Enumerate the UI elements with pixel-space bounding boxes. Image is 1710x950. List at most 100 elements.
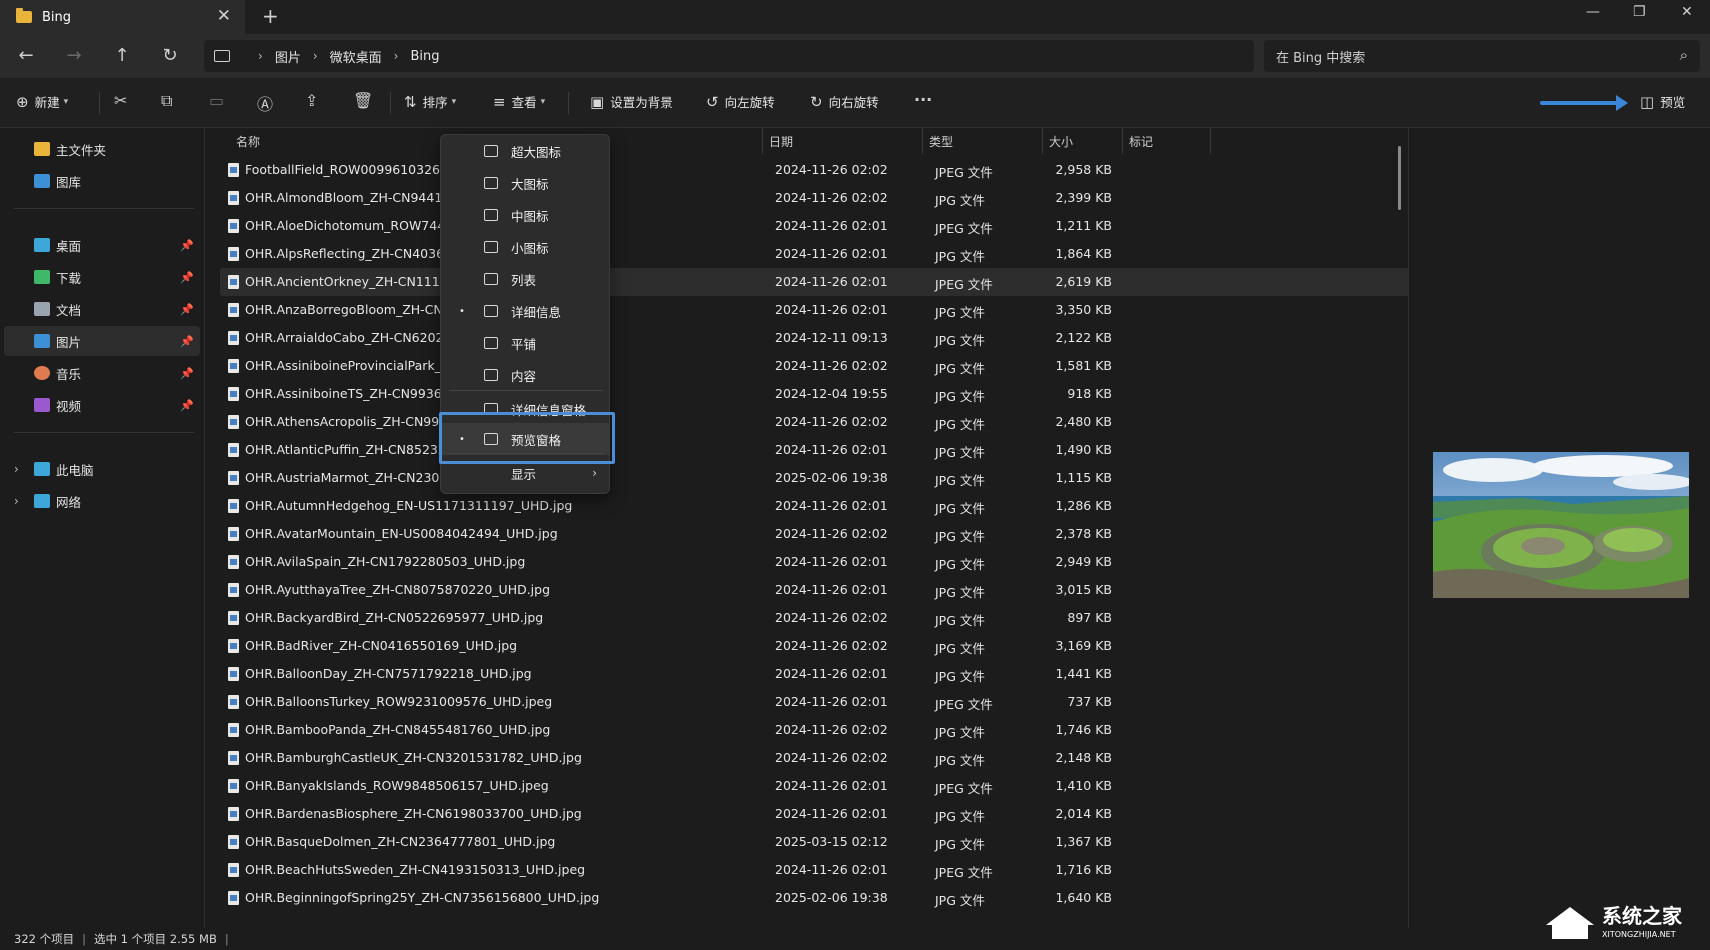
tab-bing[interactable]: Bing ✕: [0, 0, 245, 34]
table-row[interactable]: OHR.AvatarMountain_EN-US0084042494_UHD.j…: [220, 520, 1412, 548]
column-divider[interactable]: [1042, 128, 1043, 154]
menu-item[interactable]: 内容: [441, 359, 609, 391]
menu-item[interactable]: • 详细信息: [441, 295, 609, 327]
sort-label: 排序: [422, 95, 448, 110]
menu-item[interactable]: 列表: [441, 263, 609, 295]
share-icon[interactable]: ⇪: [305, 91, 318, 110]
sidebar-item-videos[interactable]: 视频 📌: [4, 390, 200, 420]
sidebar-item-documents[interactable]: 文档 📌: [4, 294, 200, 324]
sidebar-item-desktop[interactable]: 桌面 📌: [4, 230, 200, 260]
search-input[interactable]: 在 Bing 中搜索 ⌕: [1264, 40, 1700, 72]
column-divider[interactable]: [922, 128, 923, 154]
table-row[interactable]: OHR.BeachHutsSweden_ZH-CN4193150313_UHD.…: [220, 856, 1412, 884]
view-button[interactable]: ≡ 查看 ▾: [493, 92, 545, 111]
table-row[interactable]: OHR.AvilaSpain_ZH-CN1792280503_UHD.jpg 20…: [220, 548, 1412, 576]
scrollbar[interactable]: [1398, 146, 1401, 210]
chevron-right-icon[interactable]: ›: [14, 462, 19, 476]
pin-icon[interactable]: 📌: [180, 367, 194, 380]
sidebar-item-this-pc[interactable]: › 此电脑: [4, 454, 200, 484]
sort-button[interactable]: ⇅ 排序 ▾: [404, 92, 456, 111]
table-row[interactable]: OHR.BardenasBiosphere_ZH-CN6198033700_UH…: [220, 800, 1412, 828]
window-close-button[interactable]: ✕: [1681, 4, 1693, 20]
refresh-button[interactable]: ↻: [156, 42, 184, 70]
menu-item[interactable]: 大图标: [441, 167, 609, 199]
file-size: 2,378 KB: [1055, 526, 1112, 541]
set-background-button[interactable]: ▣ 设置为背景: [590, 92, 673, 111]
table-row[interactable]: OHR.BadRiver_ZH-CN0416550169_UHD.jpg 2024…: [220, 632, 1412, 660]
column-header-type[interactable]: 类型: [929, 128, 953, 154]
back-button[interactable]: ←: [12, 42, 40, 70]
preview-toggle-button[interactable]: ◫ 预览: [1640, 92, 1685, 111]
cut-icon[interactable]: ✂: [114, 91, 127, 110]
column-header-date[interactable]: 日期: [769, 128, 793, 154]
table-row[interactable]: OHR.BambooPanda_ZH-CN8455481760_UHD.jpg 2…: [220, 716, 1412, 744]
breadcrumb-item[interactable]: Bing: [410, 49, 439, 64]
new-button[interactable]: ⊕ 新建 ▾: [16, 92, 68, 111]
pin-icon[interactable]: 📌: [180, 303, 194, 316]
rotate-left-button[interactable]: ↺ 向左旋转: [706, 92, 775, 111]
forward-button[interactable]: →: [60, 42, 88, 70]
table-row[interactable]: FootballField_ROW0099610326.jpg 2024-11-2…: [220, 156, 1412, 184]
copy-icon[interactable]: ⧉: [161, 91, 172, 111]
image-file-icon: [228, 443, 239, 457]
table-row[interactable]: OHR.BamburghCastleUK_ZH-CN3201531782_UHD…: [220, 744, 1412, 772]
table-row[interactable]: OHR.BeginningofSpring25Y_ZH-CN7356156800…: [220, 884, 1412, 912]
table-row[interactable]: OHR.AtlanticPuffin_ZH-CN852320 2024-11-26…: [220, 436, 1412, 464]
paste-icon[interactable]: ▭: [209, 91, 224, 110]
menu-item[interactable]: 平铺: [441, 327, 609, 359]
up-button[interactable]: ↑: [108, 42, 136, 70]
menu-item[interactable]: 中图标: [441, 199, 609, 231]
sidebar-item-network[interactable]: › 网络: [4, 486, 200, 516]
sidebar-item-pictures[interactable]: 图片 📌: [4, 326, 200, 356]
rotate-right-button[interactable]: ↻ 向右旋转: [810, 92, 879, 111]
maximize-button[interactable]: ❐: [1633, 4, 1646, 20]
sidebar-item-gallery[interactable]: 图库: [4, 166, 200, 196]
image-file-icon: [228, 667, 239, 681]
rename-icon[interactable]: Ⓐ: [257, 91, 273, 115]
column-divider[interactable]: [762, 128, 763, 154]
column-divider[interactable]: [1210, 128, 1211, 154]
table-row[interactable]: OHR.BasqueDolmen_ZH-CN2364777801_UHD.jpg…: [220, 828, 1412, 856]
column-header-name[interactable]: 名称: [236, 128, 260, 154]
table-row[interactable]: OHR.BackyardBird_ZH-CN0522695977_UHD.jpg…: [220, 604, 1412, 632]
pin-icon[interactable]: 📌: [180, 335, 194, 348]
table-row[interactable]: OHR.AyutthayaTree_ZH-CN8075870220_UHD.jp…: [220, 576, 1412, 604]
pin-icon[interactable]: 📌: [180, 239, 194, 252]
breadcrumb[interactable]: › 图片 › 微软桌面 › Bing: [204, 40, 1254, 72]
menu-item[interactable]: 超大图标: [441, 135, 609, 167]
table-row[interactable]: OHR.BalloonDay_ZH-CN7571792218_UHD.jpg 20…: [220, 660, 1412, 688]
minimize-button[interactable]: —: [1586, 4, 1600, 20]
table-row[interactable]: OHR.BalloonsTurkey_ROW9231009576_UHD.jpe…: [220, 688, 1412, 716]
sidebar-item-music[interactable]: 音乐 📌: [4, 358, 200, 388]
sidebar-item-downloads[interactable]: 下载 📌: [4, 262, 200, 292]
table-row[interactable]: OHR.ArraialdoCabo_ZH-CN62026 2024-12-11 0…: [220, 324, 1412, 352]
menu-item[interactable]: 小图标: [441, 231, 609, 263]
pin-icon[interactable]: 📌: [180, 399, 194, 412]
table-row[interactable]: OHR.AutumnHedgehog_EN-US1171311197_UHD.j…: [220, 492, 1412, 520]
sidebar-item-home[interactable]: 主文件夹: [4, 134, 200, 164]
table-row[interactable]: OHR.AloeDichotomum_ROW7447 2024-11-26 02:…: [220, 212, 1412, 240]
column-header-size[interactable]: 大小: [1049, 128, 1073, 154]
table-row[interactable]: OHR.AssiniboineProvincialPark_ZH 2024-11-…: [220, 352, 1412, 380]
image-file-icon: [228, 275, 239, 289]
tab-close-icon[interactable]: ✕: [217, 6, 231, 26]
table-row[interactable]: OHR.AlpsReflecting_ZH-CN403632 2024-11-26…: [220, 240, 1412, 268]
table-row[interactable]: OHR.AnzaBorregoBloom_ZH-CN8 2024-11-26 02…: [220, 296, 1412, 324]
file-size: 1,286 KB: [1055, 498, 1112, 513]
table-row[interactable]: OHR.AustriaMarmot_ZH-CN23037 2025-02-06 1…: [220, 464, 1412, 492]
more-options-icon[interactable]: ···: [914, 90, 932, 109]
table-row[interactable]: OHR.AlmondBloom_ZH-CN9441556 2024-11-26 0…: [220, 184, 1412, 212]
new-tab-button[interactable]: +: [262, 4, 279, 28]
delete-icon[interactable]: 🗑: [353, 91, 373, 110]
column-divider[interactable]: [1122, 128, 1123, 154]
breadcrumb-item[interactable]: 微软桌面: [330, 47, 382, 66]
table-row[interactable]: OHR.BanyakIslands_ROW9848506157_UHD.jpeg…: [220, 772, 1412, 800]
breadcrumb-item[interactable]: 图片: [275, 47, 301, 66]
table-row[interactable]: OHR.AssiniboineTS_ZH-CN993604 2024-12-04 …: [220, 380, 1412, 408]
chevron-right-icon[interactable]: ›: [14, 494, 19, 508]
table-row[interactable]: OHR.AncientOrkney_ZH-CN111031 2024-11-26 …: [220, 268, 1412, 296]
column-header-tags[interactable]: 标记: [1129, 128, 1153, 154]
tab-title: Bing: [42, 9, 72, 25]
pin-icon[interactable]: 📌: [180, 271, 194, 284]
table-row[interactable]: OHR.AthensAcropolis_ZH-CN9942 2024-11-26 …: [220, 408, 1412, 436]
